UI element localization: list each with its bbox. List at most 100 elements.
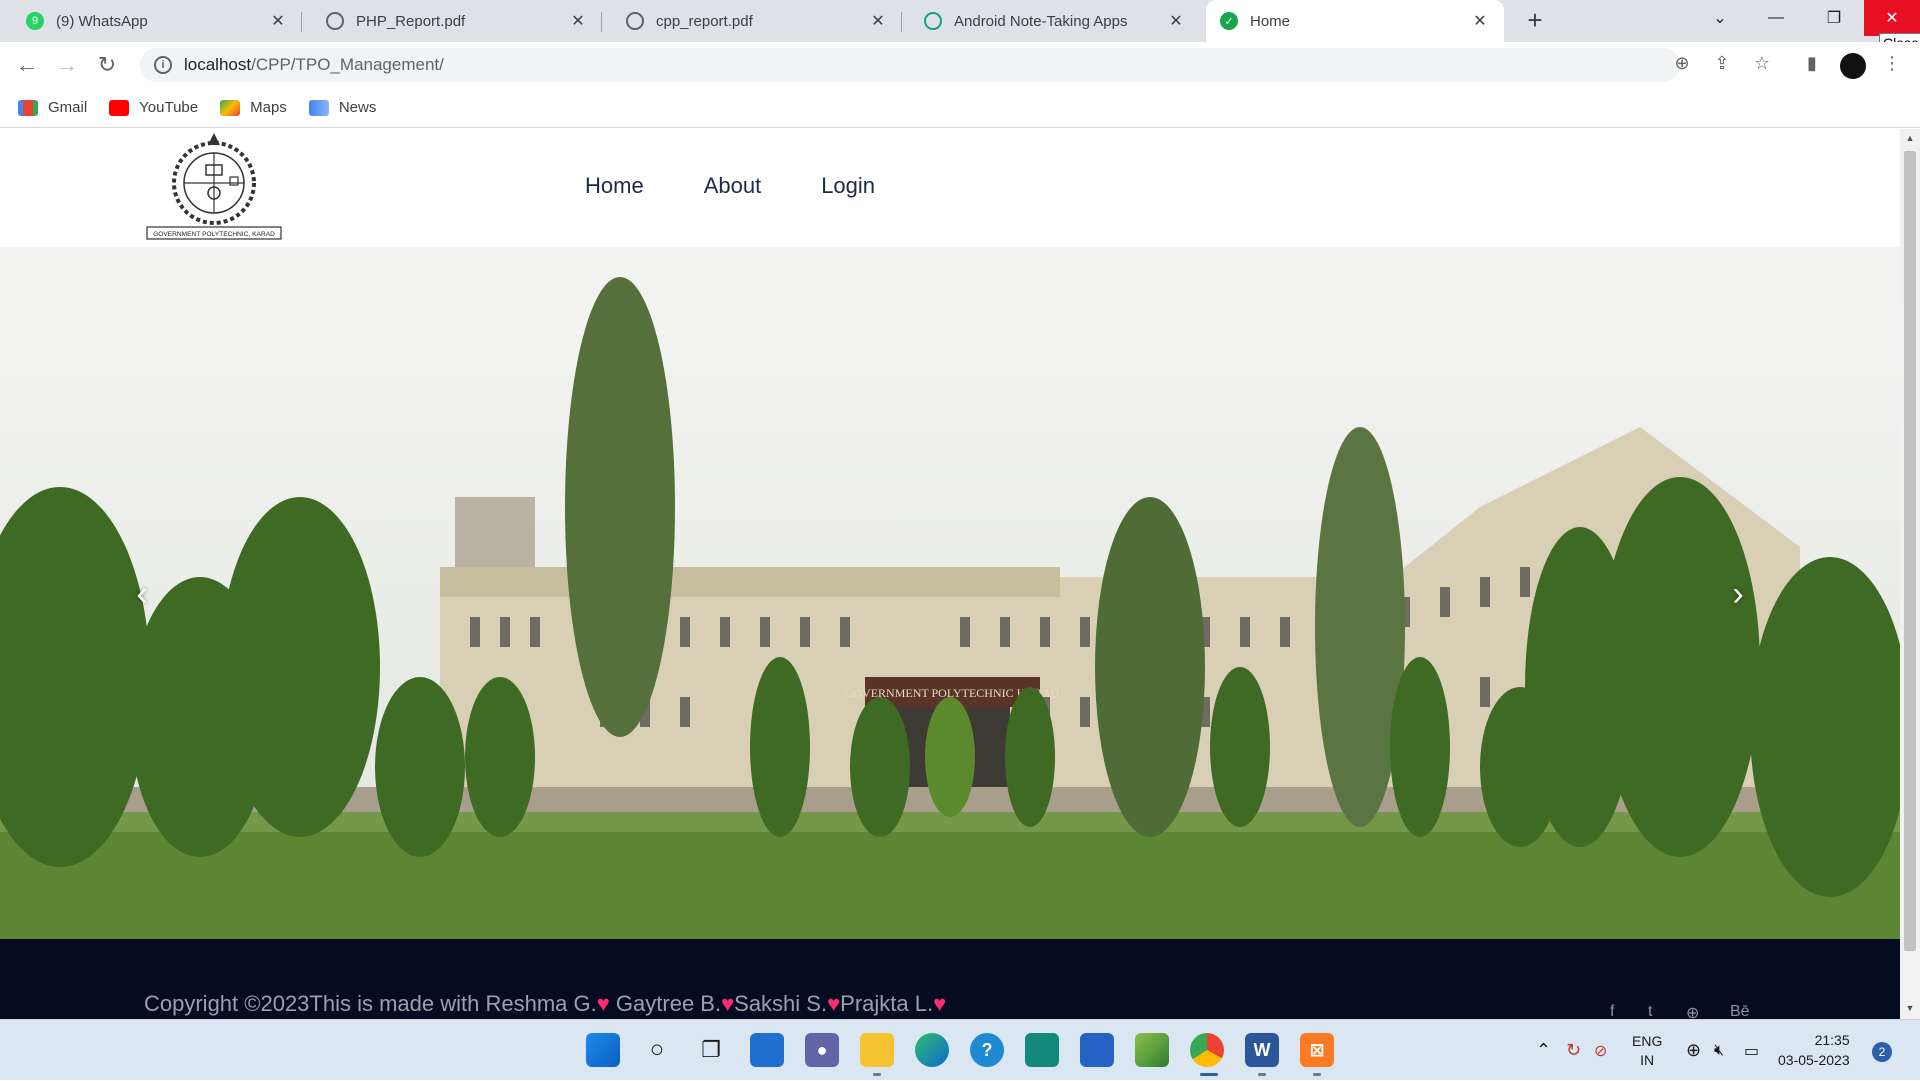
running-indicator [1313,1073,1321,1076]
sync-icon[interactable]: ↻ [1566,1020,1581,1081]
heart-icon: ♥ [827,991,841,1016]
site-info-icon[interactable]: i [154,56,172,74]
globe-icon [626,12,644,30]
bookmark-label: Gmail [48,99,88,116]
carousel-next-icon[interactable]: › [1718,574,1758,614]
restore-button[interactable]: ❐ [1806,0,1862,36]
clock-date: 03-05-2023 [1778,1052,1850,1068]
side-panel-icon[interactable]: ▮ [1800,51,1824,75]
campus-photo: GOVERNMENT POLYTECHNIC KARAD [0,277,1900,939]
news-icon [308,99,329,116]
microsoft-store-icon[interactable] [1080,1033,1114,1067]
close-tab-icon[interactable]: ✕ [1470,11,1490,31]
store-icon[interactable] [1025,1033,1059,1067]
clock-time: 21:35 [1814,1032,1850,1048]
browser-toolbar: ← → ↻ i localhost/CPP/TPO_Management/ ⊕ … [0,42,1920,88]
bookmark-maps[interactable]: Maps [220,99,287,116]
language-code: ENG [1632,1032,1663,1049]
menu-kebab-icon[interactable]: ⋮ [1880,51,1904,75]
tab-home[interactable]: ✓ Home ✕ [1206,0,1504,42]
bookmark-news[interactable]: News [308,99,377,116]
url-host: localhost [184,55,252,74]
back-button[interactable]: ← [12,50,42,80]
running-indicator [1258,1073,1266,1076]
edge-icon[interactable] [915,1033,949,1067]
help-icon[interactable]: ? [970,1033,1004,1067]
language-indicator[interactable]: ENG IN [1632,1020,1662,1081]
start-icon[interactable] [586,1033,620,1067]
close-window-button[interactable]: ✕ [1864,0,1920,36]
bookmark-label: News [338,99,377,116]
tray-overflow-icon[interactable]: ⌃ [1536,1020,1551,1081]
close-tab-icon[interactable]: ✕ [1166,11,1186,31]
main-nav: Home About Login [585,173,875,199]
nav-home[interactable]: Home [585,173,644,199]
bookmark-gmail[interactable]: Gmail [18,99,87,116]
nav-login[interactable]: Login [821,173,875,199]
url-path: /CPP/TPO_Management/ [251,55,444,74]
address-bar[interactable]: i localhost/CPP/TPO_Management/ [140,48,1680,82]
new-tab-button[interactable]: + [1520,6,1550,36]
tab-title: PHP_Report.pdf [356,12,466,30]
volume-muted-icon[interactable]: 🔇︎ [1714,1020,1724,1081]
close-tab-icon[interactable]: ✕ [268,11,288,31]
search-icon[interactable]: ○ [640,1033,674,1067]
xampp-icon[interactable]: ⊠ [1300,1033,1334,1067]
site-header: GOVERNMENT POLYTECHNIC, KARAD Home About… [0,129,1900,247]
twitter-icon[interactable]: t [1648,1003,1652,1019]
globe-icon[interactable]: ⊕ [1686,1003,1699,1019]
tab-title: Home [1250,12,1291,30]
behance-icon[interactable]: Bē [1730,1003,1750,1019]
minimize-button[interactable]: — [1748,0,1804,36]
scroll-down-icon[interactable]: ▼ [1904,1003,1916,1013]
running-indicator [873,1073,881,1076]
battery-icon[interactable]: ▭ [1744,1020,1759,1081]
notification-badge[interactable]: 2 [1872,1042,1892,1062]
system-clock[interactable]: 21:35 03-05-2023 [1778,1030,1850,1070]
bookmark-label: YouTube [139,99,199,116]
zoom-icon[interactable]: ⊕ [1670,51,1694,75]
bookmarks-bar: Gmail YouTube Maps News [0,88,1920,128]
photo-app-icon[interactable] [1135,1033,1169,1067]
nav-about[interactable]: About [704,173,762,199]
url-text[interactable]: localhost/CPP/TPO_Management/ [184,55,444,75]
widgets-icon[interactable] [750,1033,784,1067]
heart-icon: ♥ [596,991,610,1016]
college-logo[interactable]: GOVERNMENT POLYTECHNIC, KARAD [144,131,284,243]
network-icon[interactable]: ⊕ [1686,1020,1701,1081]
profile-avatar[interactable] [1840,53,1866,79]
page-scrollbar[interactable]: ▲ ▼ [1900,129,1920,1019]
word-icon[interactable]: W [1245,1033,1279,1067]
bookmark-star-icon[interactable]: ☆ [1750,51,1774,75]
site-footer: Copyright ©2023This is made with Reshma … [0,939,1900,1019]
bookmark-label: Maps [250,99,287,116]
region-code: IN [1640,1051,1655,1068]
bookmark-youtube[interactable]: YouTube [109,99,198,116]
maps-icon [220,99,241,116]
running-indicator [1200,1073,1218,1076]
forward-button[interactable]: → [52,50,82,80]
teams-chat-icon[interactable]: ● [805,1033,839,1067]
security-icon[interactable]: ⊘ [1594,1020,1607,1081]
close-tab-icon[interactable]: ✕ [868,11,888,31]
tab-search-button[interactable]: ⌄ [1692,0,1748,36]
task-view-icon[interactable]: ❐ [694,1033,728,1067]
tab-separator [301,12,302,32]
chrome-icon[interactable] [1190,1033,1224,1067]
author-name: Sakshi S. [734,991,828,1016]
close-tab-icon[interactable]: ✕ [568,11,588,31]
tab-title: Android Note-Taking Apps [954,12,1128,30]
carousel-prev-icon[interactable]: ‹ [122,574,162,614]
author-name: Gaytree B. [615,991,722,1016]
tab-whatsapp[interactable]: 9 (9) WhatsApp ✕ [12,0,302,42]
share-icon[interactable]: ⇪ [1710,51,1734,75]
tab-android-apps[interactable]: Android Note-Taking Apps ✕ [910,0,1200,42]
scroll-up-icon[interactable]: ▲ [1904,133,1916,143]
file-explorer-icon[interactable] [860,1033,894,1067]
author-name: Prajkta L. [840,991,934,1016]
scroll-thumb[interactable] [1904,151,1916,951]
facebook-icon[interactable]: f [1610,1003,1614,1019]
reload-button[interactable]: ↻ [92,50,122,80]
tab-cpp-report[interactable]: cpp_report.pdf ✕ [612,0,902,42]
tab-php-report[interactable]: PHP_Report.pdf ✕ [312,0,602,42]
